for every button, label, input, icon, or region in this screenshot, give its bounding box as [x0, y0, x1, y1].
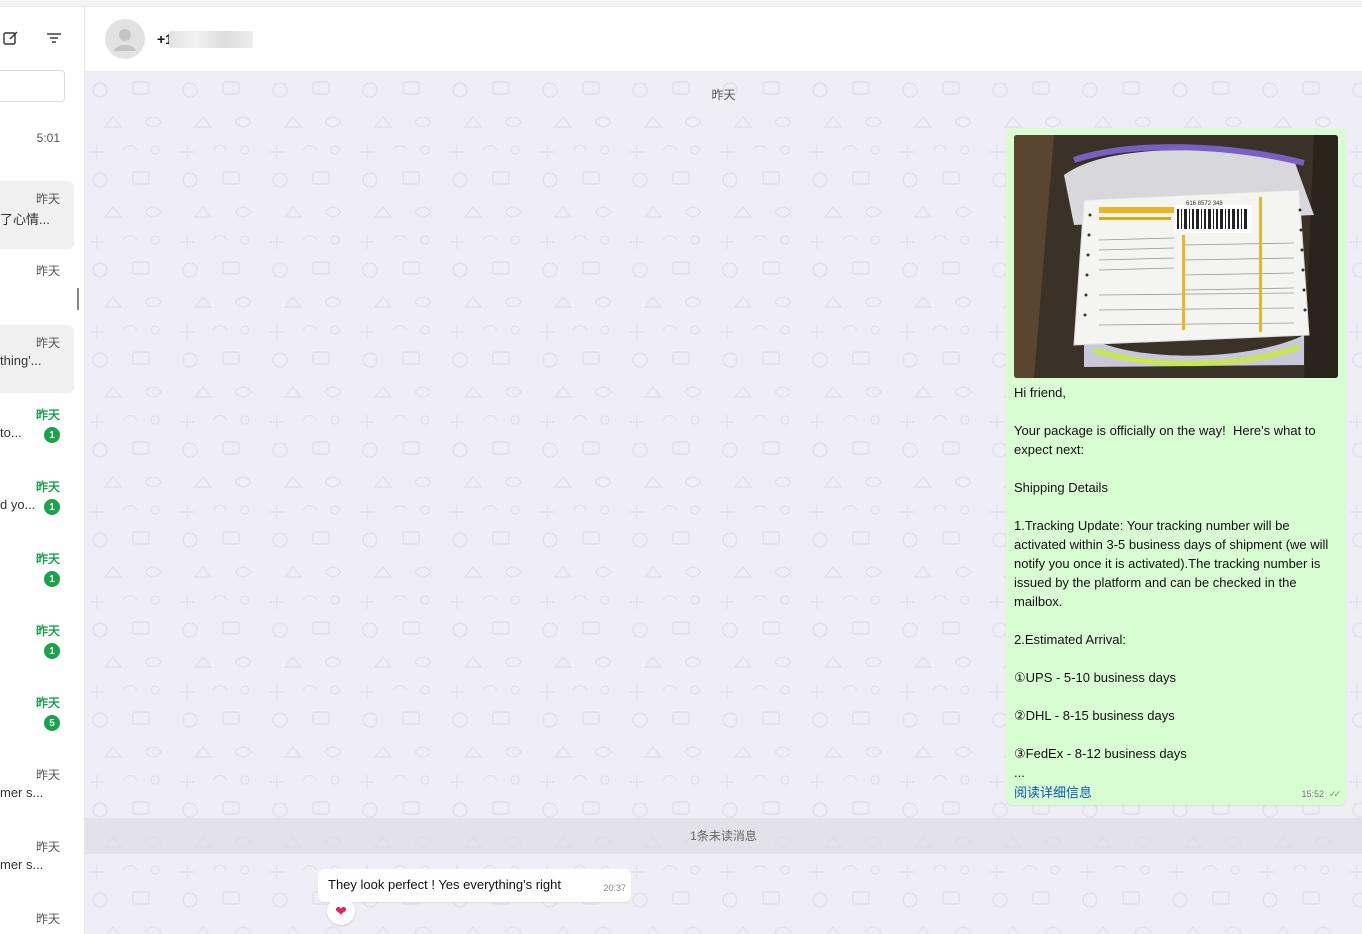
- package-photo[interactable]: 616 8572 348: [1014, 135, 1338, 378]
- conversation-header: +1: [85, 7, 1362, 72]
- unread-count-badge: 1: [44, 571, 60, 587]
- read-receipt-icon: ✓✓: [1328, 789, 1341, 799]
- chat-item-time: 昨天: [35, 264, 60, 278]
- unread-separator: 1条未读消息: [85, 818, 1362, 854]
- person-icon[interactable]: [105, 19, 145, 59]
- chat-item-preview: to...: [0, 425, 22, 440]
- unread-count-badge: 1: [44, 427, 60, 443]
- chat-item-time: 昨天: [35, 768, 60, 782]
- chat-item-time: 昨天: [35, 912, 60, 926]
- chat-list-sidebar: 5:01 昨天 了心情... 昨天 昨天 thing'... 昨天 to... 1 昨天 d yo.…: [0, 7, 85, 934]
- chat-item-preview: mer s...: [0, 857, 44, 872]
- redacted-phone-number: [169, 31, 253, 48]
- scrollbar-thumb[interactable]: [77, 288, 79, 310]
- chat-item-time: 昨天: [35, 840, 60, 854]
- chat-list-item[interactable]: 昨天: [0, 253, 74, 321]
- compose-icon[interactable]: [0, 27, 22, 49]
- window-top-edge: [0, 0, 1362, 7]
- chat-item-preview: thing'...: [0, 353, 42, 368]
- chat-list-item[interactable]: 昨天 5: [0, 685, 74, 753]
- heart-reaction-icon[interactable]: ❤: [327, 897, 355, 925]
- outgoing-message-time: 15:52: [1301, 789, 1324, 799]
- outgoing-message-text: Hi friend, Your package is officially on…: [1014, 385, 1329, 780]
- chat-list-item[interactable]: 5:01: [0, 114, 74, 182]
- chat-item-preview: mer s...: [0, 785, 44, 800]
- chat-list-item[interactable]: 昨天 1: [0, 541, 74, 609]
- chat-item-time: 昨天: [35, 480, 60, 494]
- chat-list-item[interactable]: 昨天 to... 1: [0, 397, 74, 465]
- unread-count-badge: 1: [44, 643, 60, 659]
- chat-item-time: 昨天: [35, 336, 60, 350]
- chat-list-item[interactable]: 昨天 mer s...: [0, 829, 74, 897]
- unread-count-badge: 5: [44, 715, 60, 731]
- chat-item-time: 昨天: [35, 552, 60, 566]
- chat-item-time: 昨天: [35, 192, 60, 206]
- chat-list-item[interactable]: 昨天 d yo... 1: [0, 469, 74, 537]
- chat-list-item[interactable]: 昨天 1: [0, 613, 74, 681]
- read-more-link[interactable]: 阅读详细信息: [1014, 782, 1092, 801]
- outgoing-message[interactable]: 616 8572 348 Hi friend, Your package is …: [1006, 128, 1346, 805]
- chat-item-time: 5:01: [36, 131, 60, 145]
- chat-list-item[interactable]: 昨天 mer s...: [0, 757, 74, 825]
- chat-item-preview: 了心情...: [0, 212, 50, 227]
- unread-count-badge: 1: [44, 499, 60, 515]
- filter-icon[interactable]: [43, 27, 65, 49]
- chat-item-time: 昨天: [35, 696, 60, 710]
- chat-list-item[interactable]: 昨天了心情...: [0, 181, 74, 249]
- message-pane: 昨天 616 8572 348 Hi friend, Your package …: [85, 72, 1362, 934]
- search-input[interactable]: [0, 70, 65, 102]
- tracking-label-number: 616 8572 348: [1186, 201, 1223, 207]
- date-separator: 昨天: [711, 88, 736, 102]
- incoming-message-time: 20:37: [603, 883, 626, 893]
- chat-item-preview: d yo...: [0, 497, 36, 512]
- incoming-message[interactable]: They look perfect ! Yes everything's rig…: [318, 869, 631, 902]
- incoming-message-text: They look perfect ! Yes everything's rig…: [328, 877, 561, 892]
- chat-item-time: 昨天: [35, 408, 60, 422]
- chat-list-item[interactable]: 昨天: [0, 901, 74, 934]
- chat-item-time: 昨天: [35, 624, 60, 638]
- chat-list-item[interactable]: 昨天 thing'...: [0, 325, 74, 393]
